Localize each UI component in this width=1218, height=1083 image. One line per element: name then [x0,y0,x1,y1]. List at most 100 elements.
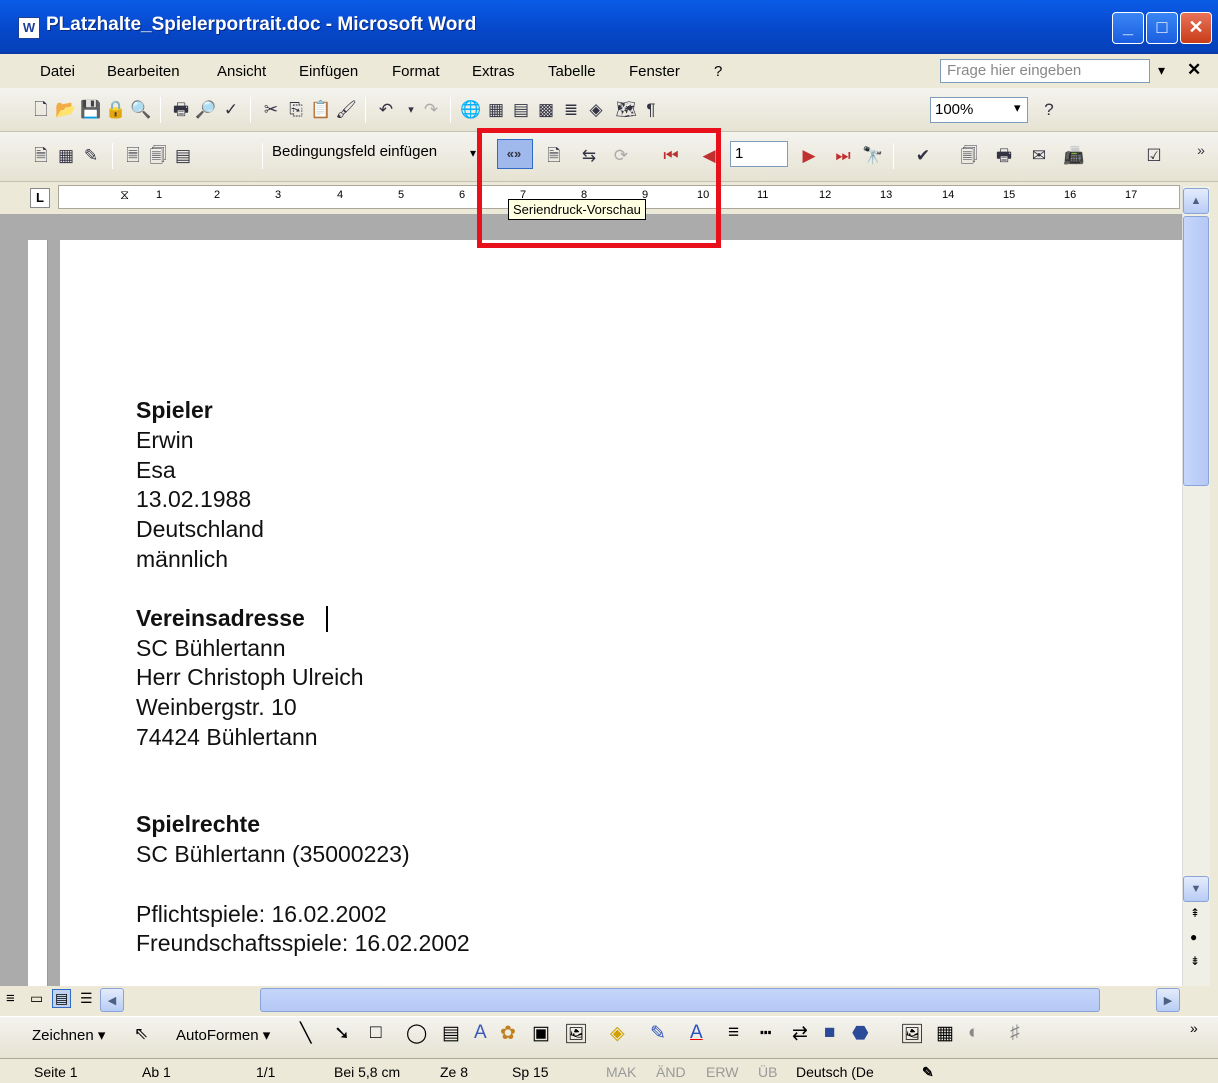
menu-help[interactable]: ? [714,63,722,80]
document-map-icon[interactable]: 🗺 [615,99,637,121]
status-macro[interactable]: MAK [606,1064,636,1080]
insert-word-field-button[interactable]: Bedingungsfeld einfügen [272,143,437,160]
menu-fenster[interactable]: Fenster [629,63,680,80]
spelling-status-icon[interactable]: ✎ [922,1064,934,1081]
diagram-icon[interactable]: ✿ [500,1022,516,1045]
save-icon[interactable]: 💾 [80,99,102,121]
next-record-icon[interactable]: ▶ [798,145,820,167]
drawing-icon[interactable]: ◈ [585,99,607,121]
checkbox-field-icon[interactable]: ☑ [1143,145,1165,167]
tab-selector[interactable]: L [30,188,50,208]
menu-extras[interactable]: Extras [472,63,515,80]
columns-icon[interactable]: ≣ [560,99,582,121]
wordart-icon[interactable]: A [474,1022,487,1044]
oval-icon[interactable]: ◯ [406,1022,427,1045]
excel-table-icon[interactable]: ▩ [535,99,557,121]
merge-to-email-icon[interactable]: ✉ [1028,145,1050,167]
menu-einfuegen[interactable]: Einfügen [299,63,358,80]
line-icon[interactable]: ╲ [300,1022,311,1045]
open-data-source-icon[interactable]: ▦ [55,145,77,167]
print-icon[interactable]: 🖶 [170,99,192,121]
insert-table-icon[interactable]: ▤ [510,99,532,121]
vertical-scroll-thumb[interactable] [1183,216,1209,486]
menu-datei[interactable]: Datei [40,63,75,80]
scroll-down-icon[interactable]: ▼ [1183,876,1209,902]
next-page-icon[interactable]: ⇟ [1190,954,1200,968]
redo-icon[interactable]: ↷ [420,99,442,121]
permission-icon[interactable]: 🔒 [105,99,127,121]
print-preview-icon[interactable]: 🔎 [195,99,217,121]
open-icon[interactable]: 📂 [55,99,77,121]
indent-marker-icon[interactable]: ⧖ [120,187,129,203]
go-to-record-input[interactable]: 1 [730,141,788,167]
textbox-icon[interactable]: ▤ [442,1022,460,1045]
scroll-right-icon[interactable]: ▶ [1156,988,1180,1012]
merge-to-new-document-icon[interactable]: 🗐 [958,145,980,167]
check-errors-icon[interactable]: ✔ [912,145,934,167]
font-color-icon[interactable]: A [690,1022,703,1044]
minimize-button[interactable]: _ [1112,12,1144,44]
previous-page-icon[interactable]: ⇞ [1190,906,1200,920]
help-icon[interactable]: ? [1038,99,1060,121]
maximize-button[interactable]: □ [1146,12,1178,44]
arrow-icon[interactable]: ➘ [334,1022,350,1045]
vertical-ruler[interactable] [28,240,48,986]
menu-format[interactable]: Format [392,63,440,80]
line-color-icon[interactable]: ✎ [650,1022,666,1045]
contrast-icon[interactable]: ◐ [968,1022,979,1044]
research-icon[interactable]: 🔍 [130,99,152,121]
arrow-style-icon[interactable]: ⇄ [792,1022,808,1045]
recipients-icon[interactable]: ✎ [80,145,102,167]
print-layout-icon[interactable]: ▤ [52,989,72,1008]
web-layout-icon[interactable]: ▭ [30,990,43,1007]
line-style-icon[interactable]: ≡ [728,1022,739,1044]
picture-icon[interactable]: 🖼 [564,1022,588,1046]
3d-style-icon[interactable]: ⬣ [852,1022,869,1045]
menu-ansicht[interactable]: Ansicht [217,63,266,80]
insert-word-field-dropdown-icon[interactable]: ▾ [470,146,476,160]
grid-icon[interactable]: ♯ [1010,1022,1020,1044]
image-control-icon[interactable]: ▦ [936,1022,954,1045]
main-document-setup-icon[interactable]: 🗎 [30,145,52,167]
scroll-up-icon[interactable]: ▲ [1183,188,1209,214]
clipart-icon[interactable]: ▣ [532,1022,550,1045]
format-painter-icon[interactable]: 🖌 [335,99,357,121]
ask-question-input[interactable]: Frage hier eingeben [940,59,1150,83]
status-extend[interactable]: ERW [706,1064,738,1080]
find-entry-icon[interactable]: 🔭 [862,145,884,167]
tables-borders-icon[interactable]: ▦ [485,99,507,121]
insert-greeting-line-icon[interactable]: 🗐 [147,145,169,167]
menu-bearbeiten[interactable]: Bearbeiten [107,63,180,80]
horizontal-scroll-thumb[interactable] [260,988,1100,1012]
dash-style-icon[interactable]: ┅ [760,1022,771,1045]
status-track-changes[interactable]: ÄND [656,1064,686,1080]
autoformen-menu[interactable]: AutoFormen ▾ [176,1026,270,1044]
status-overtype[interactable]: ÜB [758,1064,777,1080]
insert-merge-fields-icon[interactable]: ▤ [172,145,194,167]
spelling-icon[interactable]: ✓ [220,99,242,121]
new-document-icon[interactable]: 🗋 [30,99,52,121]
close-document-icon[interactable]: ✕ [1187,60,1201,80]
close-button[interactable]: ✕ [1180,12,1212,44]
scroll-left-icon[interactable]: ◀ [100,988,124,1012]
menu-tabelle[interactable]: Tabelle [548,63,596,80]
last-record-icon[interactable]: ⏭ [832,145,854,167]
select-browse-object-icon[interactable]: ● [1190,930,1197,944]
select-objects-icon[interactable]: ⇖ [134,1024,148,1044]
word-app-icon[interactable]: W [18,17,40,39]
normal-view-icon[interactable]: ≡ [6,990,15,1007]
copy-icon[interactable]: ⎘ [285,99,307,121]
undo-dropdown-icon[interactable]: ▾ [400,99,422,121]
outline-view-icon[interactable]: ☰ [80,990,93,1007]
undo-icon[interactable]: ↶ [375,99,397,121]
toolbar-overflow-icon[interactable]: » [1190,139,1212,161]
shadow-style-icon[interactable]: ■ [824,1022,835,1044]
zeichnen-menu[interactable]: Zeichnen ▾ [32,1026,105,1044]
merge-to-fax-icon[interactable]: 📠 [1063,145,1085,167]
insert-picture-icon[interactable]: 🖼 [900,1022,924,1046]
cut-icon[interactable]: ✂ [260,99,282,121]
hyperlink-icon[interactable]: 🌐 [460,99,482,121]
show-hide-icon[interactable]: ¶ [640,99,662,121]
paste-icon[interactable]: 📋 [310,99,332,121]
zoom-dropdown-icon[interactable]: ▾ [1014,100,1021,116]
